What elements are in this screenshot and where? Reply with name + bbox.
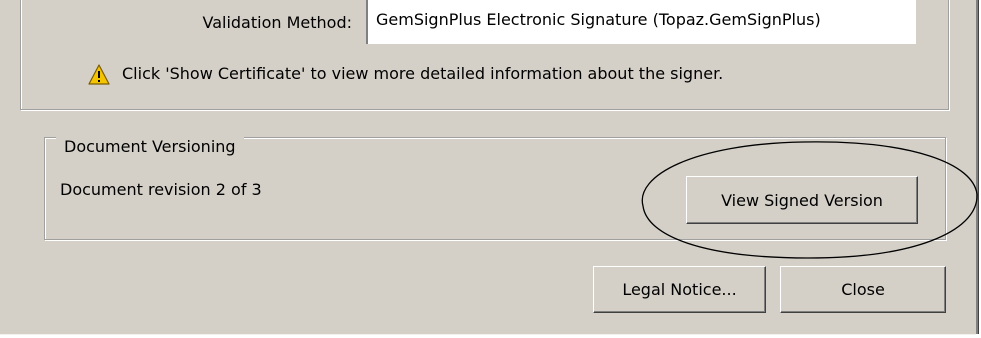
show-certificate-hint: Click 'Show Certificate' to view more de… bbox=[122, 64, 724, 83]
document-versioning-legend: Document Versioning bbox=[56, 137, 244, 156]
view-signed-version-button[interactable]: View Signed Version bbox=[686, 176, 918, 224]
window-bottom-border bbox=[0, 334, 976, 335]
warning-triangle-icon bbox=[88, 64, 110, 85]
validation-method-label: Validation Method: bbox=[202, 13, 353, 32]
validation-method-field[interactable]: GemSignPlus Electronic Signature (Topaz.… bbox=[366, 0, 916, 44]
close-button[interactable]: Close bbox=[780, 266, 946, 313]
legal-notice-button[interactable]: Legal Notice... bbox=[593, 266, 766, 313]
window-right-border bbox=[976, 0, 979, 334]
signature-properties-dialog: Validation Method: GemSignPlus Electroni… bbox=[0, 0, 976, 334]
document-revision-text: Document revision 2 of 3 bbox=[60, 180, 262, 199]
